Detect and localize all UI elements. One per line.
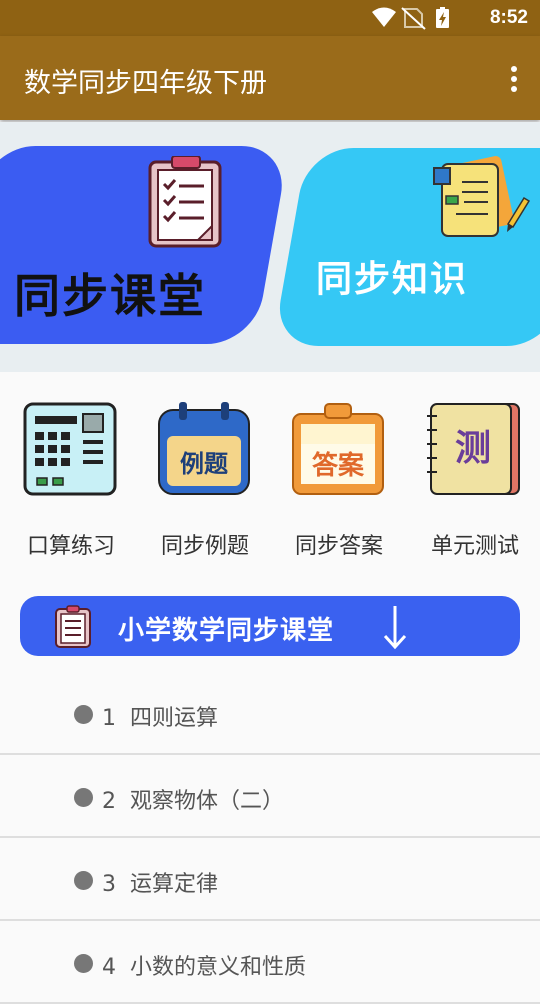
no-sim-icon — [401, 7, 426, 30]
lesson-title: 运算定律 — [130, 872, 219, 897]
grid-label: 同步答案 — [294, 534, 383, 559]
lesson-number: 1 — [102, 706, 116, 731]
lesson-title: 四则运算 — [130, 706, 219, 731]
banner: 同步课堂 同步知识 — [0, 122, 540, 372]
status-time: 8:52 — [489, 7, 528, 28]
lesson-number: 3 — [102, 872, 116, 897]
calculator-icon — [23, 402, 117, 496]
test-book-icon: 测 — [427, 403, 520, 495]
answers-board-icon: 答案 — [292, 403, 384, 495]
lesson-number: 2 — [102, 789, 116, 814]
section-title: 小学数学同步课堂 — [118, 616, 335, 646]
status-icons — [372, 7, 449, 30]
lesson-label: 1 四则运算 — [102, 700, 218, 732]
bullet-icon — [74, 871, 93, 890]
grid-item-oral-arithmetic[interactable]: 口算练习 — [4, 398, 124, 559]
grid-item-sync-answers[interactable]: 答案 同步答案 — [272, 398, 392, 559]
sync-knowledge-label: 同步知识 — [316, 259, 469, 300]
list-item[interactable]: 4 小数的意义和性质 — [0, 921, 540, 1004]
bullet-icon — [74, 705, 93, 724]
lesson-label: 2 观察物体（二） — [102, 783, 284, 815]
lesson-title: 观察物体（二） — [130, 789, 285, 814]
bullet-icon — [74, 954, 93, 973]
grid-item-sync-examples[interactable]: 例题 同步例题 — [138, 398, 258, 559]
sync-classroom-label: 同步课堂 — [14, 269, 206, 323]
sticky-note-pencil-icon — [433, 156, 531, 237]
grid-label: 同步例题 — [160, 534, 249, 559]
battery-charging-icon — [436, 7, 449, 28]
lesson-number: 4 — [102, 955, 116, 980]
grid-item-unit-test[interactable]: 测 单元测试 — [408, 398, 528, 559]
lesson-title: 小数的意义和性质 — [130, 955, 307, 980]
list-item[interactable]: 1 四则运算 — [0, 672, 540, 755]
arrow-down-icon — [383, 606, 407, 650]
status-bar: 8:52 — [0, 0, 540, 36]
grid-label: 单元测试 — [430, 534, 519, 559]
list-item[interactable]: 2 观察物体（二） — [0, 755, 540, 838]
answers-icon-text: 答案 — [312, 450, 365, 481]
lesson-label: 4 小数的意义和性质 — [102, 949, 306, 981]
list-item[interactable]: 3 运算定律 — [0, 838, 540, 921]
lesson-label: 3 运算定律 — [102, 866, 218, 898]
wifi-icon — [372, 7, 396, 27]
lesson-list: 1 四则运算 2 观察物体（二） 3 运算定律 4 小数的意义和性质 — [0, 672, 540, 1004]
more-vert-icon[interactable] — [510, 66, 518, 92]
test-icon-text: 测 — [455, 428, 491, 469]
app-bar: 数学同步四年级下册 — [0, 36, 540, 120]
calendar-icon-text: 例题 — [180, 450, 228, 478]
clipboard-checklist-icon — [148, 156, 222, 248]
clipboard-icon — [55, 605, 91, 648]
grid-label: 口算练习 — [26, 534, 115, 559]
calendar-examples-icon: 例题 — [158, 402, 250, 495]
tools-grid: 口算练习 例题 同步例题 答案 同步答案 测 单元测试 — [0, 372, 540, 572]
bullet-icon — [74, 788, 93, 807]
section-header[interactable]: 小学数学同步课堂 — [20, 596, 520, 656]
app-title: 数学同步四年级下册 — [24, 68, 267, 99]
